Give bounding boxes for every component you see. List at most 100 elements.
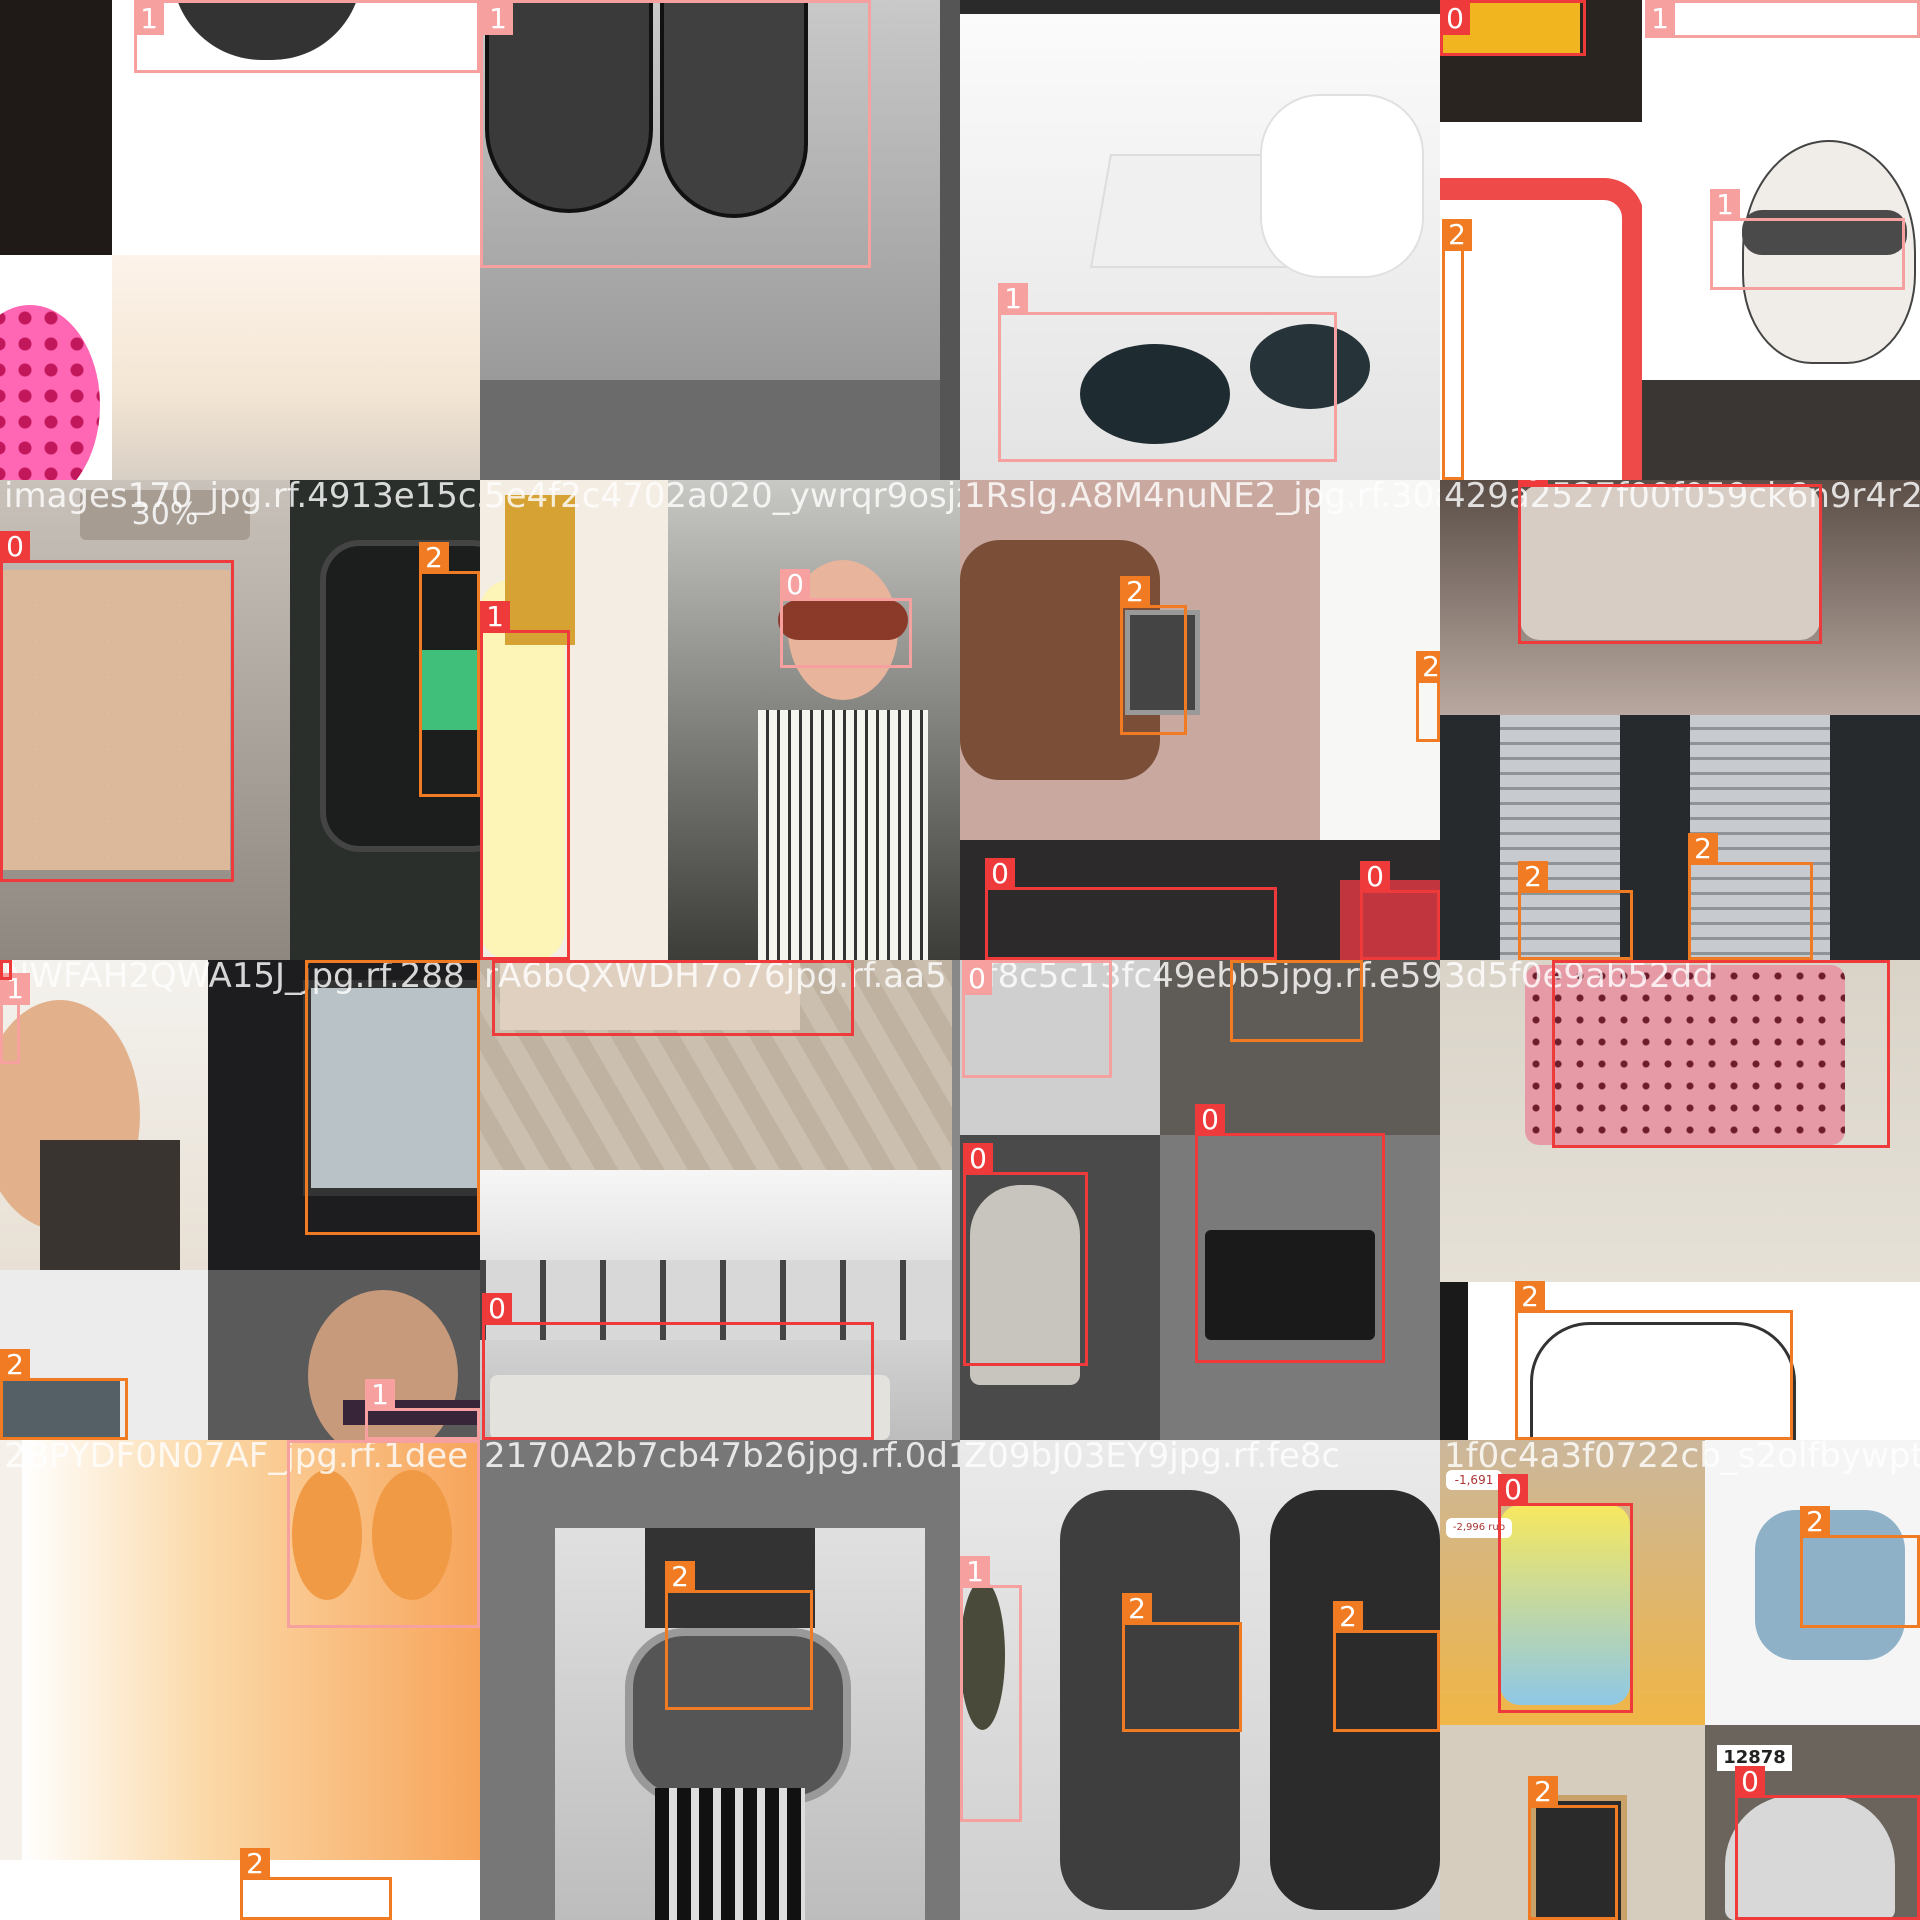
bbox-label: 0 bbox=[985, 858, 1015, 890]
image-crop-woman-smile bbox=[0, 960, 208, 1270]
bbox-label: 1 bbox=[480, 601, 510, 633]
image-crop-pink-dots bbox=[0, 255, 112, 480]
bbox-watch: 2 bbox=[0, 1349, 128, 1440]
image-filename: 1Rslg.A8M4nuNE2_jpg.rf.30a bbox=[964, 480, 1440, 516]
mosaic-tile-8: 429a2527f00f059ck6n9r4r2 0 2 2 bbox=[1440, 480, 1920, 960]
image-filename: 1f0c4a3f0722cb_s2olfbywpt bbox=[1444, 1440, 1920, 1476]
image-filename: Z09bJ03EY9jpg.rf.fe8c bbox=[964, 1440, 1341, 1476]
mosaic-tile-16: -1,691 -2,996 rub 12878 1f0c4a3f0722cb_s… bbox=[1440, 1440, 1920, 1920]
bbox-label: 0 bbox=[963, 1143, 993, 1175]
image-crop-beach bbox=[112, 255, 480, 480]
bbox-bag: 0 bbox=[492, 960, 854, 1036]
image-filename: 2170A2b7cb47b26jpg.rf.0d1 bbox=[484, 1440, 960, 1476]
bbox-label: 1 bbox=[960, 1556, 990, 1588]
bbox-watch: 2 bbox=[1515, 1281, 1793, 1440]
bbox-watch: 2 bbox=[1333, 1601, 1440, 1732]
mosaic-tile-13: 2BPYDF0N07AF_jpg.rf.1dee 1 2 bbox=[0, 1440, 480, 1920]
image-crop-edge bbox=[952, 960, 960, 1440]
image-crop-edge bbox=[940, 0, 960, 480]
bbox-label: 0 bbox=[1195, 1104, 1225, 1136]
image-crop-woman-car bbox=[668, 480, 960, 960]
bbox-watch: 2 bbox=[1688, 833, 1813, 960]
bbox-watch: 2 bbox=[1442, 219, 1472, 480]
bbox-bag: 1 bbox=[480, 601, 570, 960]
mosaic-tile-6: 5e4f2c4702a020_ywrqr9osjzo 1 0 bbox=[480, 480, 960, 960]
bbox-label: 2 bbox=[665, 1561, 695, 1593]
bbox-watch: 2 bbox=[419, 542, 480, 797]
bbox-label: 1 bbox=[1710, 189, 1740, 221]
image-crop-casio-watches bbox=[1440, 715, 1920, 960]
bbox-label: 2 bbox=[1515, 1281, 1545, 1313]
bbox-sunglasses: 1 bbox=[1710, 189, 1905, 290]
bbox-watch: 2 bbox=[665, 1561, 813, 1710]
bbox-watch: 2 bbox=[240, 1848, 392, 1920]
bbox-sunglasses: 0 bbox=[962, 960, 1112, 1078]
mosaic-grid: 1 1 1 0 1 1 2 30% images170_jpg.rf.4913e… bbox=[0, 0, 1920, 1920]
bbox-bag: 0 bbox=[1360, 861, 1440, 960]
bbox-sunglasses: 1 bbox=[134, 0, 480, 73]
bbox-label: 0 bbox=[962, 963, 992, 995]
image-crop-dark-watch bbox=[0, 0, 112, 255]
mosaic-tile-4: 0 1 1 2 bbox=[1440, 0, 1920, 480]
mosaic-tile-2: 1 bbox=[480, 0, 960, 480]
bbox-label: 0 bbox=[1518, 480, 1548, 487]
bbox-label: 0 bbox=[1498, 1474, 1528, 1506]
mosaic-tile-11: 7f8c5c13fc49ebb5jpg.rf.e594 0 2 0 0 bbox=[960, 960, 1440, 1440]
mosaic-tile-14: 2170A2b7cb47b26jpg.rf.0d1 2 bbox=[480, 1440, 960, 1920]
mosaic-tile-3: 1 bbox=[960, 0, 1440, 480]
mosaic-tile-10: rA6bQXWDH7o76jpg.rf.aa5 0 0 bbox=[480, 960, 960, 1440]
bbox-sunglasses: 1 bbox=[0, 973, 30, 1064]
bbox-watch: 2 bbox=[1122, 1593, 1242, 1732]
bbox-watch: 2 bbox=[1230, 960, 1363, 1042]
bbox-watch: 2 bbox=[305, 960, 480, 1235]
bbox-label: 0 bbox=[1440, 3, 1470, 35]
bbox-bag: 0 bbox=[1735, 1766, 1920, 1920]
bbox-bag: 0 bbox=[0, 960, 12, 980]
bbox-bag: 0 bbox=[1195, 1104, 1385, 1363]
bbox-label: 2 bbox=[1333, 1601, 1363, 1633]
mosaic-tile-5: 30% images170_jpg.rf.4913e15c5b52 0 2 bbox=[0, 480, 480, 960]
bbox-label: 1 bbox=[1645, 3, 1675, 35]
bbox-bag: 0 bbox=[0, 531, 234, 882]
bbox-sunglasses: 1 bbox=[480, 0, 871, 268]
bbox-label: 0 bbox=[1360, 861, 1390, 893]
bbox-watch: 2 bbox=[1416, 651, 1440, 742]
bbox-bag: 1 bbox=[1552, 960, 1890, 1148]
bbox-label: 2 bbox=[1800, 1506, 1830, 1538]
mosaic-tile-7: 1Rslg.A8M4nuNE2_jpg.rf.30a 2 2 0 0 bbox=[960, 480, 1440, 960]
image-crop-expedition-watch bbox=[555, 1528, 925, 1920]
bbox-label: 1 bbox=[998, 283, 1028, 315]
image-crop-left-edge bbox=[0, 1440, 22, 1860]
bbox-bag: 0 bbox=[482, 1293, 874, 1440]
bbox-label: 2 bbox=[1122, 1593, 1152, 1625]
mosaic-tile-15: Z09bJ03EY9jpg.rf.fe8c 1 2 2 bbox=[960, 1440, 1440, 1920]
bbox-watch: 2 bbox=[1528, 1776, 1618, 1920]
image-crop-dark-strip bbox=[960, 0, 1440, 14]
bbox-watch: 2 bbox=[1120, 576, 1187, 735]
bbox-bag: 0 bbox=[1518, 480, 1822, 644]
bbox-label: 0 bbox=[0, 531, 30, 563]
bbox-sunglasses: 1 bbox=[998, 283, 1337, 462]
bbox-label: 2 bbox=[1442, 219, 1472, 251]
bbox-label: 2 bbox=[1518, 861, 1548, 893]
bbox-sunglasses: 1 bbox=[1645, 0, 1920, 38]
bbox-label: 2 bbox=[1416, 651, 1440, 683]
bbox-label: 2 bbox=[0, 1349, 30, 1381]
bbox-label: 0 bbox=[1735, 1766, 1765, 1798]
bbox-label: 2 bbox=[1688, 833, 1718, 865]
image-crop-red-strap bbox=[1440, 148, 1642, 480]
bbox-label: 2 bbox=[1528, 1776, 1558, 1808]
mosaic-tile-9: NWFAH2QWA15J_jpg.rf.288 1 2 0 2 1 bbox=[0, 960, 480, 1440]
image-filename: 5e4f2c4702a020_ywrqr9osjzo bbox=[484, 480, 960, 516]
mosaic-tile-12: 3d5f0e9ab52dd 1 2 bbox=[1440, 960, 1920, 1440]
bbox-label: 0 bbox=[482, 1293, 512, 1325]
bbox-label: 2 bbox=[305, 960, 335, 963]
bbox-label: 2 bbox=[240, 1848, 270, 1880]
bbox-sunglasses: 1 bbox=[365, 1379, 480, 1440]
mosaic-tile-1: 1 bbox=[0, 0, 480, 480]
bbox-wallet: 0 bbox=[1440, 0, 1586, 56]
bbox-label: 1 bbox=[483, 3, 513, 35]
bbox-label: 0 bbox=[780, 569, 810, 601]
image-filename: images170_jpg.rf.4913e15c5b52 bbox=[4, 480, 480, 516]
bbox-label: 2 bbox=[419, 542, 449, 574]
